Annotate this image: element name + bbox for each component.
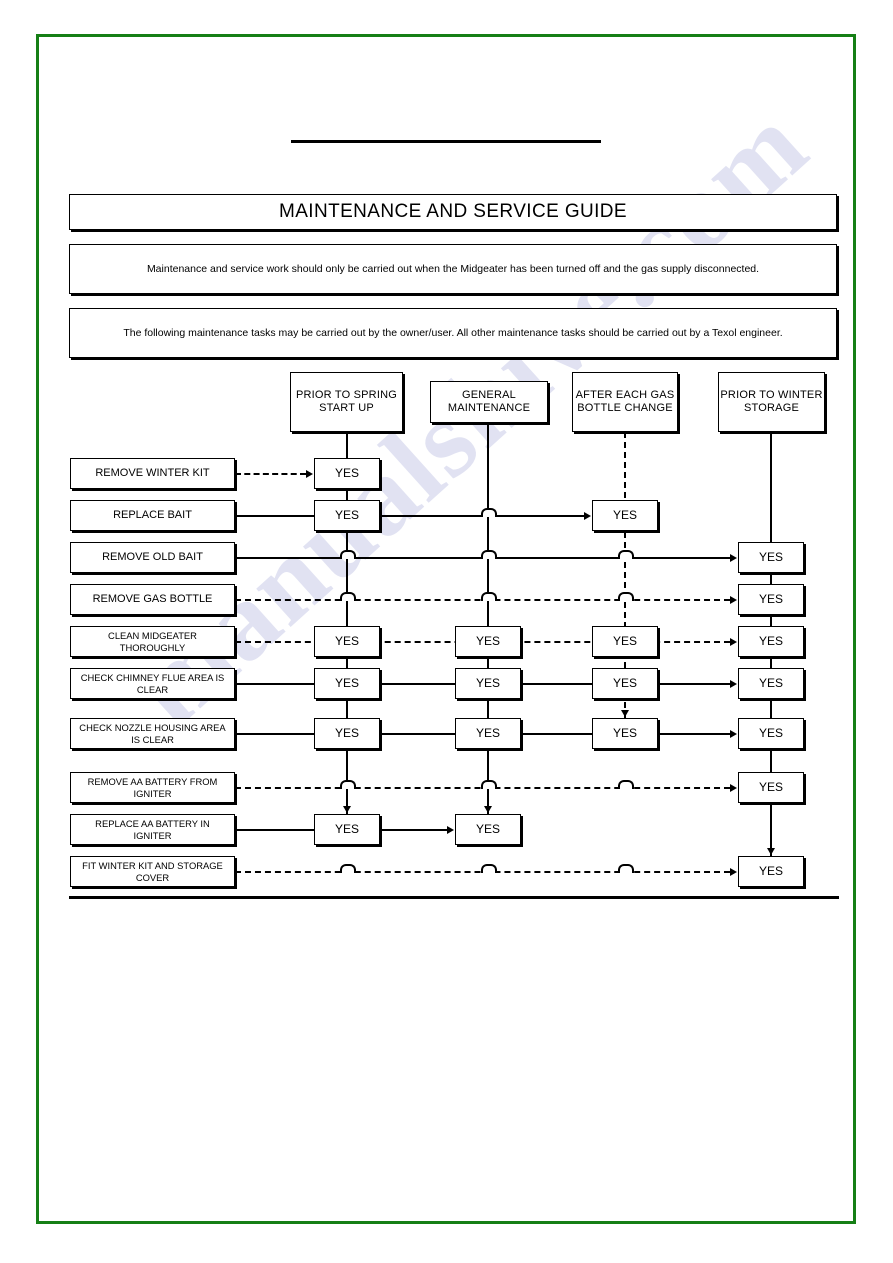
- row-arrow-4: [730, 595, 737, 604]
- row-arrow-10: [730, 867, 737, 876]
- yes-cell-r6-c2: YES: [455, 668, 521, 699]
- column-spine-arrow-3: [621, 710, 629, 717]
- row-arrow-3: [730, 553, 737, 562]
- task-label-row-2: REPLACE BAIT: [70, 500, 235, 531]
- line-jump: [618, 779, 634, 789]
- line-jump: [340, 779, 356, 789]
- task-label-row-8: REMOVE AA BATTERY FROM IGNITER: [70, 772, 235, 803]
- task-label-row-9: REPLACE AA BATTERY IN IGNITER: [70, 814, 235, 845]
- safety-notice-1: Maintenance and service work should only…: [69, 244, 837, 294]
- row-arrow-6: [730, 679, 737, 688]
- column-header-3: AFTER EACH GAS BOTTLE CHANGE: [572, 372, 678, 432]
- yes-cell-r10-c4: YES: [738, 856, 804, 887]
- line-jump: [618, 591, 634, 601]
- document-sheet: MAINTENANCE AND SERVICE GUIDE Maintenanc…: [0, 0, 893, 1263]
- line-jump: [618, 863, 634, 873]
- task-label-row-5: CLEAN MIDGEATER THOROUGHLY: [70, 626, 235, 657]
- yes-cell-r6-c1: YES: [314, 668, 380, 699]
- line-jump: [340, 863, 356, 873]
- yes-cell-r5-c1: YES: [314, 626, 380, 657]
- line-jump: [481, 779, 497, 789]
- line-jump: [481, 507, 497, 517]
- yes-cell-r9-c2: YES: [455, 814, 521, 845]
- row-connector-2: [235, 514, 584, 517]
- yes-cell-r5-c4: YES: [738, 626, 804, 657]
- yes-cell-r1-c1: YES: [314, 458, 380, 489]
- task-label-row-1: REMOVE WINTER KIT: [70, 458, 235, 489]
- yes-cell-r7-c1: YES: [314, 718, 380, 749]
- column-header-4: PRIOR TO WINTER STORAGE: [718, 372, 825, 432]
- yes-cell-r3-c4: YES: [738, 542, 804, 573]
- column-spine-arrow-1: [343, 806, 351, 813]
- yes-cell-r2-c3: YES: [592, 500, 658, 531]
- yes-cell-r6-c4: YES: [738, 668, 804, 699]
- line-jump: [481, 591, 497, 601]
- yes-cell-r2-c1: YES: [314, 500, 380, 531]
- page-title: MAINTENANCE AND SERVICE GUIDE: [69, 194, 837, 230]
- task-label-row-4: REMOVE GAS BOTTLE: [70, 584, 235, 615]
- row-arrow-7: [730, 729, 737, 738]
- column-spine-1: [346, 432, 348, 814]
- row-arrow-5: [730, 637, 737, 646]
- column-header-1: PRIOR TO SPRING START UP: [290, 372, 403, 432]
- yes-cell-r9-c1: YES: [314, 814, 380, 845]
- column-header-2: GENERAL MAINTENANCE: [430, 381, 548, 423]
- row-connector-1: [235, 472, 306, 475]
- line-jump: [340, 591, 356, 601]
- row-arrow-1: [306, 469, 313, 478]
- line-jump: [481, 863, 497, 873]
- column-spine-arrow-2: [484, 806, 492, 813]
- footer-rule: [69, 896, 839, 899]
- yes-cell-r7-c4: YES: [738, 718, 804, 749]
- safety-notice-2: The following maintenance tasks may be c…: [69, 308, 837, 358]
- task-label-row-6: CHECK CHIMNEY FLUE AREA IS CLEAR: [70, 668, 235, 699]
- yes-cell-r8-c4: YES: [738, 772, 804, 803]
- row-arrow-9: [447, 825, 454, 834]
- row-arrow-8: [730, 783, 737, 792]
- yes-cell-r4-c4: YES: [738, 584, 804, 615]
- yes-cell-r6-c3: YES: [592, 668, 658, 699]
- line-jump: [481, 549, 497, 559]
- header-rule: [291, 140, 601, 143]
- yes-cell-r5-c3: YES: [592, 626, 658, 657]
- line-jump: [340, 549, 356, 559]
- task-label-row-7: CHECK NOZZLE HOUSING AREA IS CLEAR: [70, 718, 235, 749]
- line-jump: [618, 549, 634, 559]
- yes-cell-r5-c2: YES: [455, 626, 521, 657]
- task-label-row-10: FIT WINTER KIT AND STORAGE COVER: [70, 856, 235, 887]
- task-label-row-3: REMOVE OLD BAIT: [70, 542, 235, 573]
- column-spine-2: [487, 423, 489, 814]
- row-arrow-2: [584, 511, 591, 520]
- yes-cell-r7-c2: YES: [455, 718, 521, 749]
- yes-cell-r7-c3: YES: [592, 718, 658, 749]
- column-spine-arrow-4: [767, 848, 775, 855]
